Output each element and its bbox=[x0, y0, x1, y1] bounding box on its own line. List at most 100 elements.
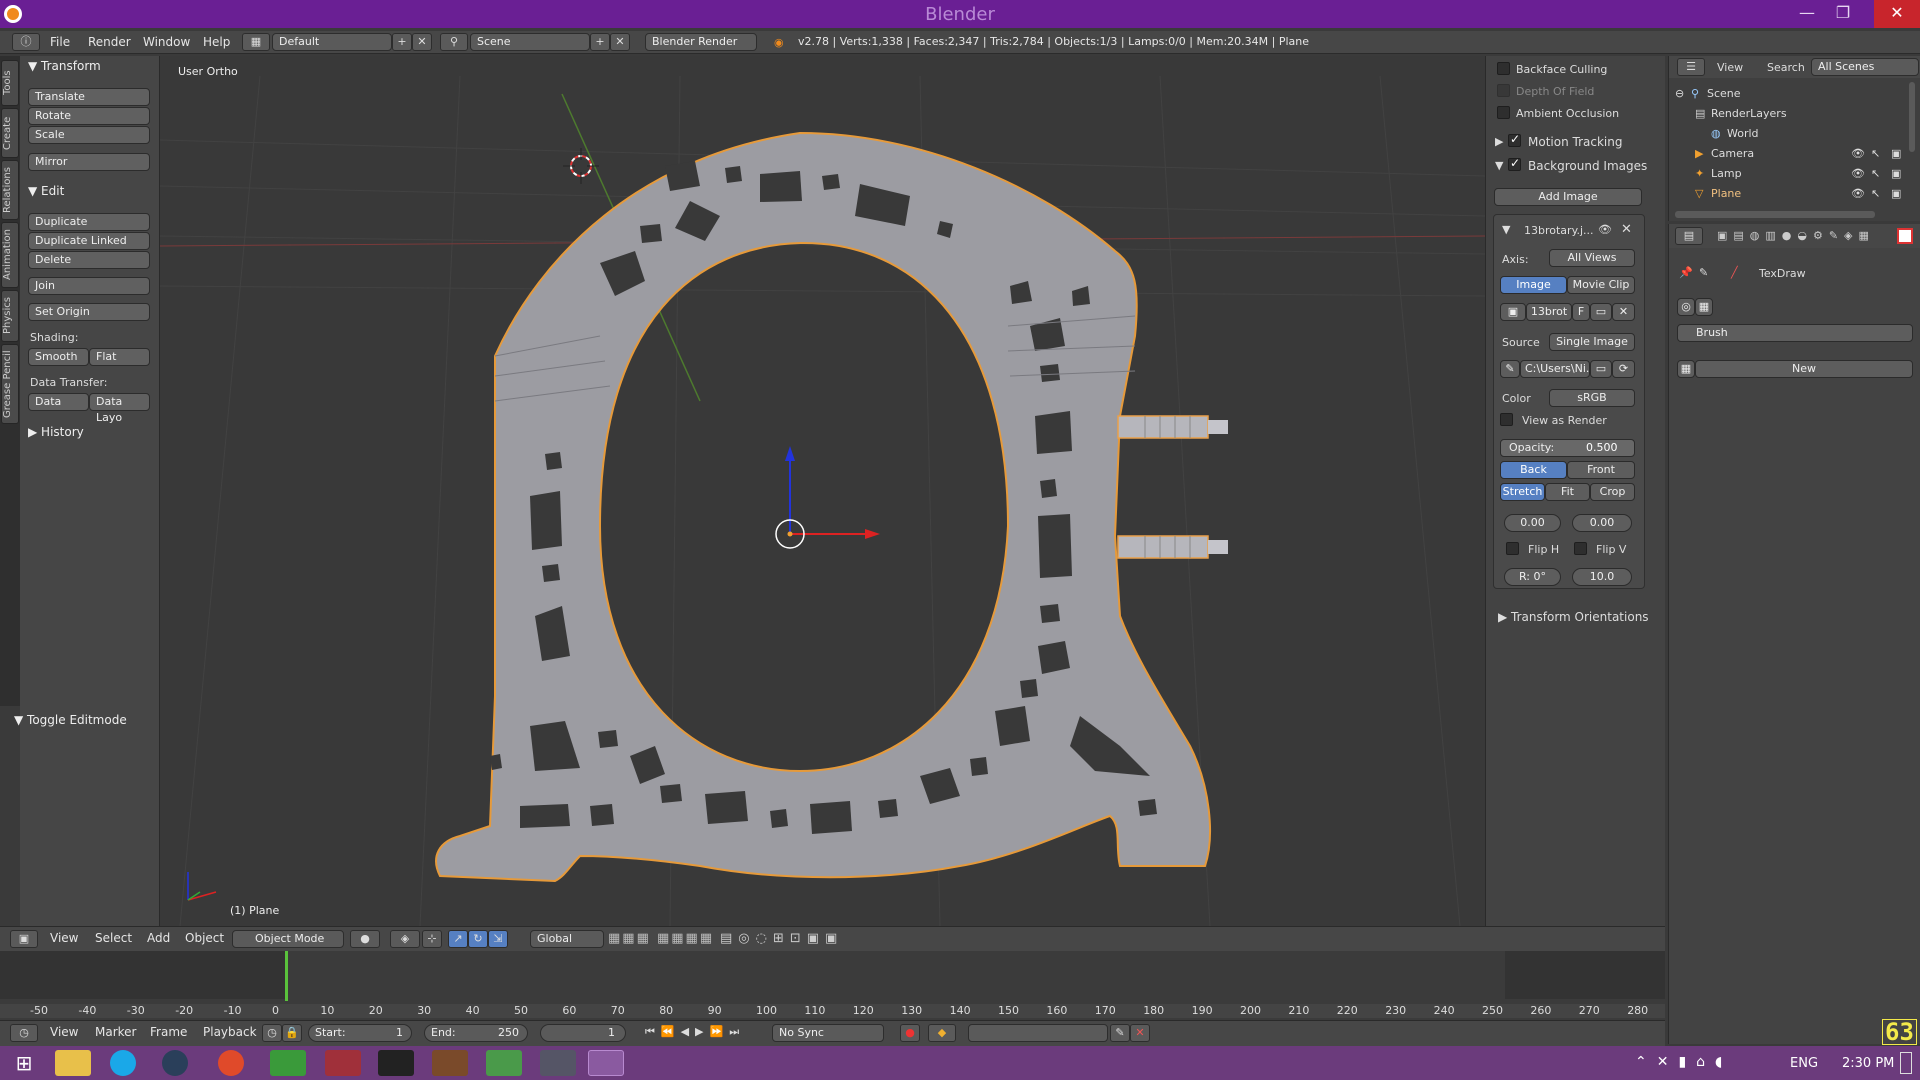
view-as-render-checkbox[interactable] bbox=[1500, 413, 1513, 426]
viewport-shading-icon[interactable]: ● bbox=[350, 930, 380, 948]
playback-menu[interactable]: Playback bbox=[203, 1025, 257, 1039]
add-menu[interactable]: Add bbox=[147, 931, 170, 945]
history-panel-header[interactable]: ▶ History bbox=[28, 425, 84, 439]
mode-select[interactable]: Object Mode bbox=[232, 930, 344, 948]
lamp-render-icon[interactable]: ▣ bbox=[1891, 167, 1901, 180]
properties-context-icons[interactable]: ▣▤◍▥●◒⚙✎◈▦ bbox=[1717, 229, 1875, 242]
flip-v-checkbox[interactable] bbox=[1574, 542, 1587, 555]
lamp-select-arrow-icon[interactable]: ↖ bbox=[1871, 167, 1880, 180]
back-button[interactable]: Back bbox=[1500, 461, 1567, 479]
object-menu[interactable]: Object bbox=[185, 931, 224, 945]
image-datablock-field[interactable]: 13brot bbox=[1526, 303, 1572, 321]
scene-field[interactable]: Scene bbox=[470, 33, 590, 51]
chrome-icon[interactable] bbox=[218, 1050, 244, 1076]
data-button[interactable]: Data bbox=[28, 393, 89, 411]
tab-create[interactable]: Create bbox=[1, 108, 19, 158]
transform-manipulator[interactable] bbox=[775, 446, 880, 549]
reload-icon[interactable]: ⟳ bbox=[1612, 360, 1635, 378]
texture-browse-icon[interactable]: ▦ bbox=[1677, 360, 1695, 378]
front-button[interactable]: Front bbox=[1567, 461, 1635, 479]
header-tool-icons[interactable]: ▤◎◌⊞⊡▣▣ bbox=[720, 931, 843, 946]
close-button[interactable]: ✕ bbox=[1874, 0, 1920, 28]
playback-controls[interactable]: ⏮⏪◀▶⏩⏭ bbox=[645, 1025, 745, 1039]
stretch-button[interactable]: Stretch bbox=[1500, 483, 1545, 501]
backface-culling-checkbox[interactable] bbox=[1497, 62, 1510, 75]
3d-view-editor-icon[interactable]: ▣ bbox=[10, 930, 38, 948]
pin-icon[interactable]: 📌 bbox=[1679, 266, 1693, 279]
outliner-item-world[interactable]: World bbox=[1727, 127, 1759, 140]
menu-window[interactable]: Window bbox=[143, 35, 190, 49]
bg-image-expander[interactable]: ▼ bbox=[1502, 223, 1510, 236]
app-icon-winrar[interactable] bbox=[432, 1050, 468, 1076]
sync-mode-select[interactable]: No Sync bbox=[772, 1024, 884, 1042]
outliner-item-plane[interactable]: Plane bbox=[1711, 187, 1741, 200]
edit-panel-header[interactable]: ▼ Edit bbox=[28, 184, 64, 198]
properties-editor-icon[interactable]: ▤ bbox=[1675, 227, 1703, 245]
ambient-occlusion-checkbox[interactable] bbox=[1497, 106, 1510, 119]
flat-button[interactable]: Flat bbox=[89, 348, 150, 366]
scene-icon[interactable]: ⚲ bbox=[440, 33, 468, 51]
insert-key-icon[interactable]: ✎ bbox=[1110, 1024, 1130, 1042]
tab-image[interactable]: Image bbox=[1500, 276, 1567, 294]
tab-animation[interactable]: Animation bbox=[1, 222, 19, 288]
add-image-button[interactable]: Add Image bbox=[1494, 188, 1642, 206]
eye-icon[interactable]: 👁 bbox=[1598, 223, 1612, 236]
current-frame-field[interactable]: 1 bbox=[540, 1024, 626, 1042]
view-menu[interactable]: View bbox=[50, 931, 78, 945]
duplicate-button[interactable]: Duplicate bbox=[28, 213, 150, 231]
pivot-point-icon[interactable]: ◈ bbox=[390, 930, 420, 948]
plane-render-icon[interactable]: ▣ bbox=[1891, 187, 1901, 200]
steam-icon[interactable] bbox=[162, 1050, 188, 1076]
windows-start-icon[interactable]: ⊞ bbox=[6, 1050, 42, 1076]
toggle-editmode-header[interactable]: ▼ Toggle Editmode bbox=[14, 713, 127, 727]
open-image-icon[interactable]: ▭ bbox=[1590, 303, 1612, 321]
layout-field[interactable]: Default bbox=[272, 33, 392, 51]
app-icon-green[interactable] bbox=[270, 1050, 306, 1076]
translate-manipulator-icon[interactable]: ↗ bbox=[448, 930, 468, 948]
bg-images-checkbox[interactable] bbox=[1508, 156, 1521, 171]
rotation-field[interactable]: R: 0° bbox=[1504, 568, 1561, 586]
app-icon-dark[interactable] bbox=[378, 1050, 414, 1076]
timeline-view-menu[interactable]: View bbox=[50, 1025, 78, 1039]
remove-layout-icon[interactable]: ✕ bbox=[412, 33, 432, 51]
input-language[interactable]: ENG bbox=[1790, 1056, 1818, 1071]
bg-images-expander[interactable]: ▼ bbox=[1495, 159, 1503, 172]
camera-visibility-eye-icon[interactable]: 👁 bbox=[1851, 147, 1865, 160]
translate-button[interactable]: Translate bbox=[28, 88, 150, 106]
browse-file-icon[interactable]: ▭ bbox=[1590, 360, 1612, 378]
outliner-scrollbar[interactable] bbox=[1909, 82, 1915, 152]
system-tray-icons[interactable]: ⌃✕▮⌂◖ bbox=[1635, 1054, 1732, 1070]
outliner-item-lamp[interactable]: Lamp bbox=[1711, 167, 1742, 180]
timeline[interactable]: -50 -40 -30 -20 -10 0 10 20 30 40 50 60 70 80 90 100 110… bbox=[0, 951, 1665, 1031]
fake-user-button[interactable]: F bbox=[1572, 303, 1590, 321]
outliner-search-menu[interactable]: Search bbox=[1767, 61, 1805, 74]
add-layout-icon[interactable]: + bbox=[392, 33, 412, 51]
transform-orientations-expander[interactable]: ▶ Transform Orientations bbox=[1498, 610, 1649, 624]
keying-set-field[interactable] bbox=[968, 1024, 1108, 1042]
outliner-filter-select[interactable]: All Scenes bbox=[1811, 58, 1919, 76]
timeline-editor-icon[interactable]: ◷ bbox=[10, 1024, 38, 1042]
outliner-item-scene[interactable]: Scene bbox=[1707, 87, 1741, 100]
delete-key-icon[interactable]: ✕ bbox=[1130, 1024, 1150, 1042]
tab-physics[interactable]: Physics bbox=[1, 290, 19, 342]
source-select[interactable]: Single Image bbox=[1549, 333, 1635, 351]
menu-file[interactable]: File bbox=[50, 35, 70, 49]
render-engine-select[interactable]: Blender Render bbox=[645, 33, 757, 51]
remove-scene-icon[interactable]: ✕ bbox=[610, 33, 630, 51]
scale-button[interactable]: Scale bbox=[28, 126, 150, 144]
motion-tracking-checkbox[interactable] bbox=[1508, 132, 1521, 147]
screen-layout-icon[interactable]: ▦ bbox=[242, 33, 270, 51]
camera-select-arrow-icon[interactable]: ↖ bbox=[1871, 147, 1880, 160]
outliner-view-menu[interactable]: View bbox=[1717, 61, 1743, 74]
rotate-manipulator-icon[interactable]: ↻ bbox=[468, 930, 488, 948]
camera-render-icon[interactable]: ▣ bbox=[1891, 147, 1901, 160]
3d-viewport[interactable]: User Ortho (1) Plane bbox=[160, 56, 1485, 926]
motion-tracking-expander[interactable]: ▶ bbox=[1495, 135, 1503, 148]
size-field[interactable]: 10.0 bbox=[1572, 568, 1632, 586]
start-frame-field[interactable]: Start: 1 bbox=[308, 1024, 412, 1042]
clock[interactable]: 2:30 PM bbox=[1842, 1056, 1894, 1071]
app-icon-audio[interactable] bbox=[540, 1050, 576, 1076]
preview-range-icon[interactable]: ◷ bbox=[262, 1024, 282, 1042]
manipulator-toggle-icon[interactable]: ⊹ bbox=[422, 930, 442, 948]
viewport-canvas[interactable] bbox=[160, 56, 1485, 926]
